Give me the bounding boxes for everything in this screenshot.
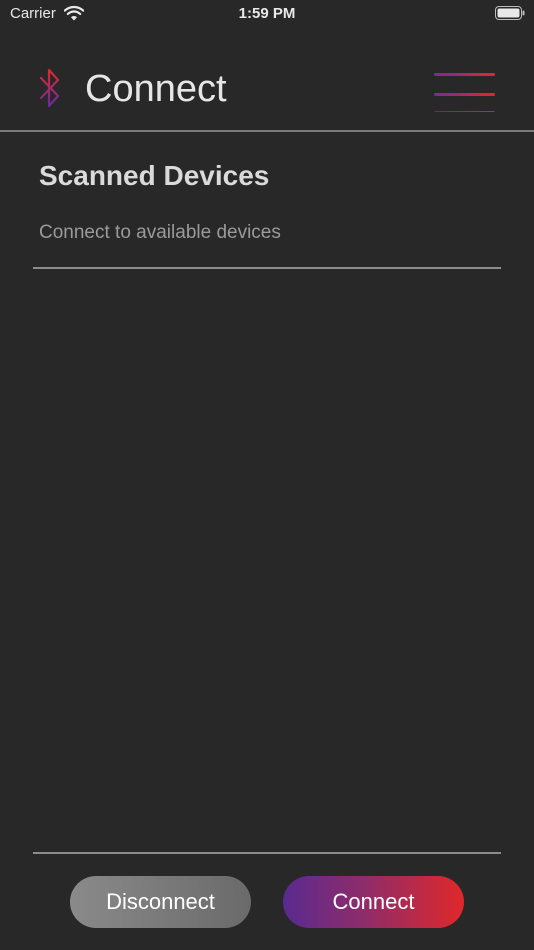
battery-icon [495,6,525,20]
page-title: Connect [85,68,227,110]
list-top-divider [33,267,501,269]
bluetooth-icon [39,68,60,108]
status-time: 1:59 PM [238,5,296,22]
section-title: Scanned Devices [39,160,270,191]
header-divider [0,130,534,132]
status-bar: Carrier 1:59 PM [0,0,534,28]
hamburger-menu-icon[interactable] [432,64,498,112]
connect-button[interactable]: Connect [283,876,464,928]
device-list[interactable] [33,270,501,852]
nav-header: Connect [0,56,534,131]
list-bottom-divider [33,852,501,854]
disconnect-button[interactable]: Disconnect [70,876,251,928]
section-subtitle: Connect to available devices [39,222,281,243]
